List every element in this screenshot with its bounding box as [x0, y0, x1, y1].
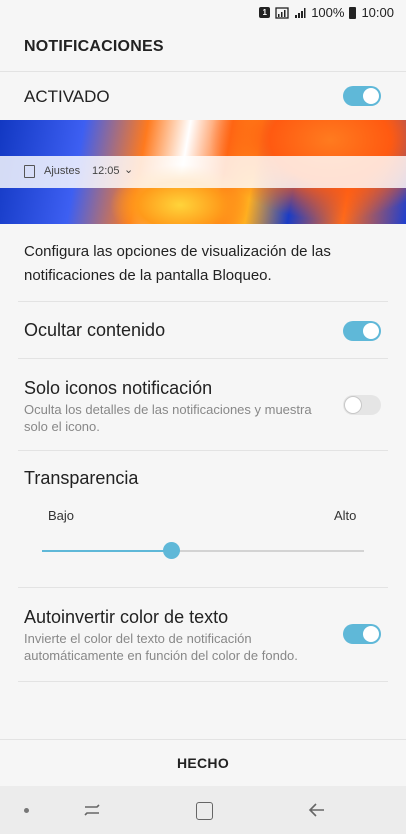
preview-app-name: Ajustes — [44, 165, 81, 177]
slider-fill — [42, 550, 171, 552]
wifi-icon — [275, 6, 289, 19]
preview-time: 12:05 — [92, 165, 120, 177]
dot-icon[interactable] — [24, 808, 29, 813]
divider — [18, 681, 388, 682]
navigation-bar — [0, 786, 406, 834]
master-switch-row[interactable]: ACTIVADO — [0, 72, 406, 120]
lockscreen-preview: Ajustes 12:05 ⌄ — [0, 120, 406, 224]
home-icon[interactable] — [196, 802, 213, 820]
chevron-down-icon: ⌄ — [124, 164, 134, 176]
icons-only-subtitle: Oculta los detalles de las notificacione… — [24, 402, 312, 434]
page-title: NOTIFICACIONES — [24, 38, 164, 55]
auto-invert-subtitle: Invierte el color del texto de notificac… — [24, 631, 298, 663]
battery-percent: 100% — [311, 5, 345, 20]
hide-content-toggle[interactable] — [343, 321, 381, 341]
icons-only-toggle[interactable] — [343, 395, 381, 415]
transparency-high-label: Alto — [334, 508, 357, 523]
divider — [18, 587, 388, 588]
transparency-title: Transparencia — [24, 468, 139, 488]
transparency-slider[interactable] — [42, 542, 364, 559]
icons-only-title: Solo iconos notificación — [24, 378, 213, 398]
auto-invert-toggle[interactable] — [343, 624, 381, 644]
slider-thumb[interactable] — [162, 542, 180, 559]
recent-apps-icon[interactable] — [82, 800, 102, 820]
done-button[interactable]: HECHO — [0, 740, 406, 786]
preview-notification: Ajustes 12:05 ⌄ — [0, 156, 406, 188]
auto-invert-title: Autoinvertir color de texto — [24, 607, 229, 627]
status-bar: 1 100% 10:00 — [0, 0, 406, 26]
hide-content-title: Ocultar contenido — [24, 320, 166, 340]
description: Configura las opciones de visualización … — [24, 243, 331, 284]
settings-app-icon — [24, 165, 35, 178]
divider — [18, 358, 388, 359]
transparency-row: Transparencia — [24, 468, 390, 489]
icons-only-row[interactable]: Solo iconos notificación Oculta los deta… — [24, 378, 390, 435]
back-icon[interactable] — [307, 800, 327, 820]
battery-icon — [349, 6, 357, 19]
master-switch-label: ACTIVADO — [24, 87, 110, 106]
auto-invert-row[interactable]: Autoinvertir color de texto Invierte el … — [24, 607, 390, 664]
master-toggle[interactable] — [343, 86, 381, 106]
sim-icon: 1 — [259, 7, 271, 18]
divider — [18, 301, 388, 302]
clock: 10:00 — [361, 5, 394, 20]
signal-icon — [295, 7, 306, 18]
divider — [18, 450, 388, 451]
transparency-low-label: Bajo — [48, 508, 75, 523]
hide-content-row[interactable]: Ocultar contenido — [24, 320, 390, 341]
